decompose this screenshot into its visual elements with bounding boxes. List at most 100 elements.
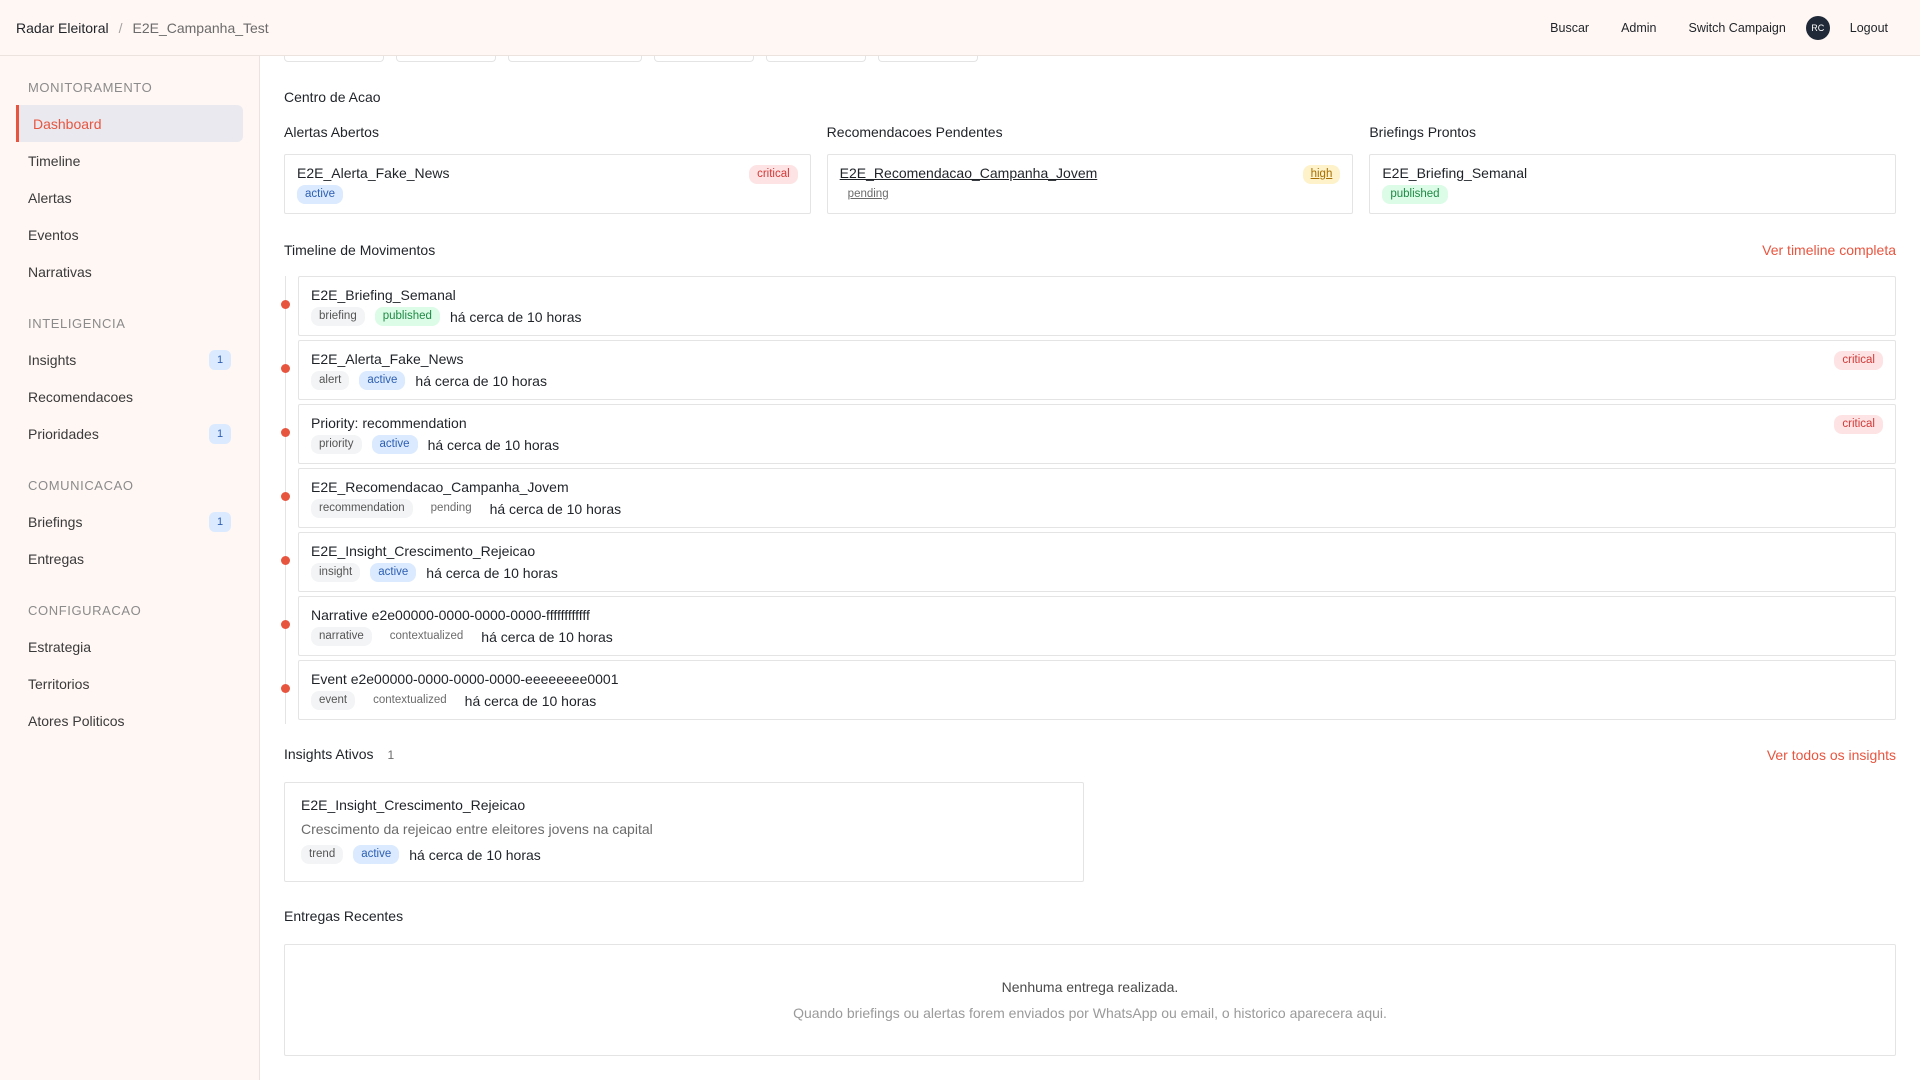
- timestamp: há cerca de 10 horas: [415, 372, 547, 389]
- sidebar-item-label: Territorios: [28, 675, 90, 692]
- kind-badge: trend: [301, 845, 344, 864]
- view-all-insights-link[interactable]: Ver todos os insights: [1767, 747, 1896, 763]
- timestamp: há cerca de 10 horas: [449, 308, 582, 325]
- insight-description: Crescimento da rejeicao entre eleitores …: [301, 821, 653, 837]
- timeline-card[interactable]: E2E_Alerta_Fake_News critical alert acti…: [298, 340, 1896, 400]
- timeline-card[interactable]: Priority: recommendation critical priori…: [298, 404, 1896, 464]
- status-badge: active: [371, 435, 418, 454]
- pending-recommendations-column: Recomendacoes Pendentes E2E_Recomendacao…: [826, 124, 1354, 214]
- sidebar-item-label: Eventos: [28, 226, 79, 243]
- status-badge: contextualized: [373, 694, 447, 706]
- sidebar-section-title: INTELIGENCIA: [28, 316, 126, 331]
- sidebar-item-atores-politicos[interactable]: Atores Politicos: [0, 702, 259, 739]
- insights-header: Insights Ativos 1 Ver todos os insights: [284, 746, 1896, 764]
- timeline-dot: [281, 620, 290, 629]
- sidebar-item-estrategia[interactable]: Estrategia: [0, 628, 259, 665]
- nav-admin[interactable]: Admin: [1605, 21, 1672, 35]
- app-name-link[interactable]: Radar Eleitoral: [16, 20, 109, 36]
- status-badge: published: [374, 307, 440, 326]
- sidebar-item-entregas[interactable]: Entregas: [0, 540, 259, 577]
- timeline-item: E2E_Briefing_Semanal briefing published …: [281, 276, 1896, 340]
- timeline-dot: [281, 492, 290, 501]
- avatar[interactable]: RC: [1805, 15, 1830, 40]
- status-badge: active: [353, 845, 400, 864]
- kind-badge: priority: [311, 435, 362, 454]
- timeline-card[interactable]: Narrative e2e00000-0000-0000-0000-ffffff…: [298, 596, 1896, 656]
- kind-badge: narrative: [311, 627, 372, 646]
- sidebar-item-briefings[interactable]: Briefings 1: [0, 503, 259, 540]
- sidebar-item-label: Narrativas: [28, 263, 92, 280]
- sidebar-item-timeline[interactable]: Timeline: [0, 142, 259, 179]
- sidebar-item-prioridades[interactable]: Prioridades 1: [0, 415, 259, 452]
- timestamp: há cerca de 10 horas: [427, 436, 560, 453]
- timeline-item-title: Priority: recommendation: [311, 415, 467, 431]
- insights-title: Insights Ativos: [284, 746, 374, 762]
- status-badge: active: [297, 185, 344, 204]
- timeline-card[interactable]: E2E_Recomendacao_Campanha_Jovem recommen…: [298, 468, 1896, 528]
- timestamp: há cerca de 10 horas: [489, 500, 622, 517]
- deliveries-empty-state: Nenhuma entrega realizada. Quando briefi…: [284, 944, 1896, 1056]
- timeline-item-title: E2E_Alerta_Fake_News: [311, 351, 464, 367]
- empty-state-title: Nenhuma entrega realizada.: [1001, 979, 1179, 995]
- briefing-card[interactable]: E2E_Briefing_Semanal published: [1369, 154, 1897, 214]
- sidebar-item-label: Atores Politicos: [28, 712, 125, 729]
- timestamp: há cerca de 10 horas: [426, 564, 558, 581]
- kind-badge: insight: [311, 563, 361, 582]
- severity-badge: high: [1302, 165, 1341, 184]
- sidebar-item-narrativas[interactable]: Narrativas: [0, 253, 259, 290]
- timeline-item-title: Narrative e2e00000-0000-0000-0000-ffffff…: [311, 607, 590, 623]
- deliveries-title: Entregas Recentes: [284, 908, 404, 924]
- status-badge: pending: [430, 502, 472, 514]
- timeline-dot: [281, 684, 290, 693]
- sidebar-item-label: Insights: [28, 351, 77, 368]
- sidebar-item-label: Entregas: [28, 550, 85, 567]
- count-badge: 1: [209, 423, 231, 444]
- timestamp: há cerca de 10 horas: [409, 846, 541, 863]
- kind-badge: alert: [311, 371, 350, 390]
- count-badge: 1: [209, 511, 231, 532]
- recommendation-card[interactable]: E2E_Recomendacao_Campanha_Jovem high pen…: [826, 154, 1354, 214]
- timeline-dot: [281, 364, 290, 373]
- action-center-title: Centro de Acao: [284, 89, 381, 105]
- card-title: E2E_Alerta_Fake_News: [297, 165, 450, 181]
- logout-button[interactable]: Logout: [1834, 21, 1904, 35]
- timeline-item: Priority: recommendation critical priori…: [281, 404, 1896, 468]
- ready-briefings-column: Briefings Prontos E2E_Briefing_Semanal p…: [1369, 124, 1897, 214]
- top-nav: Buscar Admin Switch Campaign RC Logout: [1534, 15, 1904, 40]
- alert-card[interactable]: E2E_Alerta_Fake_News critical active: [284, 154, 811, 214]
- main-content: Centro de Acao Alertas Abertos E2E_Alert…: [281, 42, 1897, 1080]
- sidebar-section-configuracao: CONFIGURACAO Estrategia Territorios Ator…: [0, 603, 259, 739]
- card-title-link[interactable]: E2E_Recomendacao_Campanha_Jovem: [840, 165, 1341, 181]
- column-heading: Recomendacoes Pendentes: [826, 124, 1003, 140]
- count-badge: 1: [209, 349, 231, 370]
- timeline-card[interactable]: Event e2e00000-0000-0000-0000-eeeeeeee00…: [298, 660, 1896, 720]
- view-full-timeline-link[interactable]: Ver timeline completa: [1762, 242, 1896, 258]
- timestamp: há cerca de 10 horas: [481, 628, 613, 645]
- sidebar-item-label: Alertas: [28, 189, 72, 206]
- card-title: E2E_Briefing_Semanal: [1382, 165, 1528, 181]
- insights-count: 1: [387, 748, 395, 762]
- top-bar: Radar Eleitoral / E2E_Campanha_Test Busc…: [0, 0, 1920, 56]
- insight-card[interactable]: E2E_Insight_Crescimento_Rejeicao Crescim…: [284, 782, 1084, 882]
- timeline-item: Event e2e00000-0000-0000-0000-eeeeeeee00…: [281, 660, 1896, 724]
- sidebar-section-title: MONITORAMENTO: [28, 80, 153, 95]
- sidebar-item-insights[interactable]: Insights 1: [0, 341, 259, 378]
- nav-switch-campaign[interactable]: Switch Campaign: [1673, 21, 1802, 35]
- nav-buscar[interactable]: Buscar: [1534, 21, 1605, 35]
- sidebar-item-territorios[interactable]: Territorios: [0, 665, 259, 702]
- sidebar-section-comunicacao: COMUNICACAO Briefings 1 Entregas: [0, 478, 259, 577]
- sidebar-item-recomendacoes[interactable]: Recomendacoes: [0, 378, 259, 415]
- sidebar-section-title: COMUNICACAO: [28, 478, 134, 493]
- timeline-card[interactable]: E2E_Insight_Crescimento_Rejeicao insight…: [298, 532, 1896, 592]
- severity-badge: critical: [1834, 351, 1883, 370]
- timeline-dot: [281, 556, 290, 565]
- sidebar-item-alertas[interactable]: Alertas: [0, 179, 259, 216]
- sidebar-item-eventos[interactable]: Eventos: [0, 216, 259, 253]
- timeline-header: Timeline de Movimentos Ver timeline comp…: [284, 242, 1896, 258]
- action-center-columns: Alertas Abertos E2E_Alerta_Fake_News cri…: [284, 124, 1897, 214]
- sidebar-item-label: Estrategia: [28, 638, 92, 655]
- timeline-card[interactable]: E2E_Briefing_Semanal briefing published …: [298, 276, 1896, 336]
- status-badge: contextualized: [389, 630, 464, 642]
- severity-badge: critical: [1834, 415, 1883, 434]
- sidebar-item-dashboard[interactable]: Dashboard: [16, 105, 243, 142]
